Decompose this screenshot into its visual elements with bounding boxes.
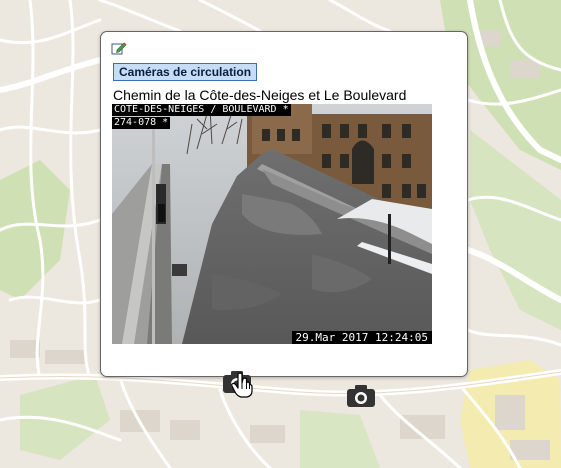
camera-icon[interactable] (346, 384, 376, 408)
camera-id-overlay: 274-078 * (112, 117, 171, 129)
camera-title: Chemin de la Côte-des-Neiges et Le Boule… (113, 87, 407, 103)
camera-feed-image: COTE-DES-NEIGES / BOULEVARD * 274-078 * … (112, 104, 432, 344)
camera-popup: Caméras de circulation Chemin de la Côte… (100, 31, 468, 377)
camera-name-overlay: COTE-DES-NEIGES / BOULEVARD * (112, 104, 291, 116)
layer-badge: Caméras de circulation (113, 63, 258, 81)
camera-timestamp-overlay: 29.Mar 2017 12:24:05 (291, 331, 432, 344)
edit-pencil-icon[interactable] (111, 41, 127, 55)
hand-pointer-icon (231, 372, 253, 398)
